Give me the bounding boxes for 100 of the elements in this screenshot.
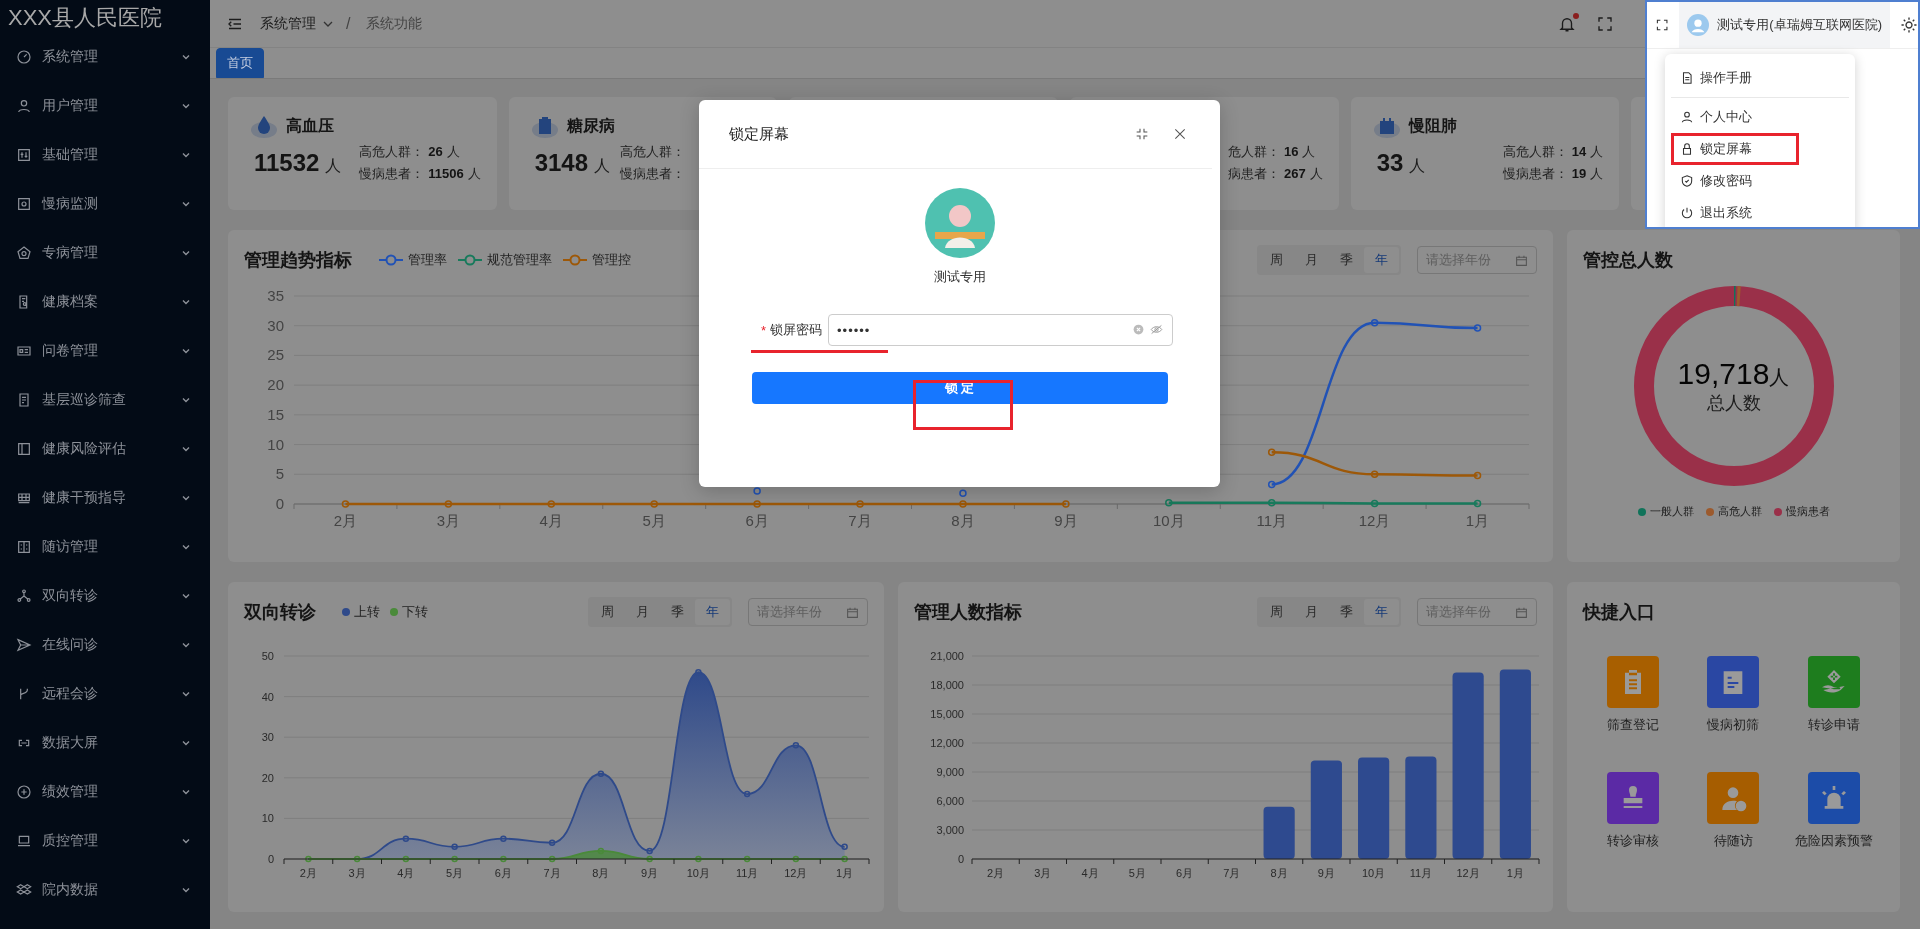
- unit-label: 人: [1590, 166, 1604, 181]
- axis-tick-label: 5月: [642, 512, 666, 529]
- axis-tick-label: 10月: [1152, 512, 1185, 529]
- axis-tick-label: 5: [275, 465, 284, 483]
- axis-tick-label: 7月: [543, 867, 561, 879]
- axis-tick-label: 5月: [446, 867, 464, 879]
- metric-label: 慢病患者：: [359, 165, 425, 183]
- metric-label: 高危人群：: [359, 143, 425, 161]
- legend-label: 下转: [402, 603, 428, 621]
- axis-tick-label: 8月: [951, 512, 975, 529]
- panel-title: 管理人数指标: [913, 601, 1022, 624]
- axis-tick-label: 9月: [1317, 867, 1335, 879]
- unit-label: 人: [467, 166, 481, 181]
- axis-tick-label: 0: [957, 853, 964, 865]
- legend-label: 慢病患者: [1785, 504, 1830, 519]
- metric-value: 11506: [428, 166, 464, 181]
- axis-tick-label: 3月: [436, 512, 461, 529]
- total-count: 3148: [534, 149, 589, 177]
- axis-tick-label: 35: [267, 287, 284, 304]
- axis-tick-label: 8月: [592, 867, 610, 879]
- hospital-title: XXX县人民医院: [7, 4, 164, 32]
- axis-tick-label: 21,000: [929, 650, 964, 662]
- axis-tick-label: 4月: [539, 512, 563, 529]
- metric-label: 高危人群：: [620, 143, 686, 161]
- axis-tick-label: 20: [261, 771, 274, 784]
- metric-value: 19: [1571, 166, 1587, 181]
- legend-label: 规范管理率: [487, 251, 552, 269]
- axis-tick-label: 1月: [836, 867, 854, 879]
- metric-value: 26: [428, 144, 443, 159]
- panel-title: 双向转诊: [244, 601, 316, 624]
- total-caption: 总人数: [1706, 392, 1761, 415]
- axis-tick-label: 50: [261, 650, 274, 662]
- axis-tick-label: 30: [267, 316, 284, 334]
- unit-label: 人: [446, 144, 460, 159]
- axis-tick-label: 10月: [686, 867, 710, 879]
- axis-tick-label: 0: [275, 495, 284, 512]
- axis-tick-label: 7月: [848, 512, 872, 529]
- unit-label: 人: [1590, 144, 1604, 159]
- axis-tick-label: 12月: [1456, 867, 1480, 879]
- user-name: 测试专用: [933, 268, 986, 286]
- axis-tick-label: 40: [261, 690, 274, 703]
- metric-label: 危人群：: [1227, 143, 1280, 161]
- legend-label: 管理率: [408, 251, 447, 269]
- axis-tick-label: 20: [267, 376, 284, 394]
- total-count: 19,718: [1677, 357, 1770, 390]
- unit-label: 人: [1409, 156, 1426, 176]
- axis-tick-label: 6,000: [935, 795, 964, 807]
- axis-tick-label: 10: [261, 812, 274, 825]
- axis-tick-label: 25: [267, 346, 284, 364]
- required-mark: *: [761, 322, 767, 338]
- axis-tick-label: 0: [267, 853, 274, 865]
- unit-label: 人: [1769, 366, 1790, 388]
- metric-label: 慢病患者：: [620, 165, 686, 183]
- panel-title: 快捷入口: [1583, 601, 1655, 624]
- dialog-title: 锁定屏幕: [729, 124, 790, 144]
- axis-tick-label: 10月: [1361, 867, 1385, 879]
- axis-tick-label: 2月: [986, 867, 1004, 879]
- axis-tick-label: 6月: [745, 512, 769, 529]
- unit-label: 人: [1302, 144, 1316, 159]
- axis-tick-label: 4月: [397, 867, 415, 879]
- legend-label: 一般人群: [1649, 504, 1694, 519]
- metric-label: 病患者：: [1227, 165, 1280, 183]
- axis-tick-label: 30: [261, 731, 274, 744]
- legend-label: 高危人群: [1717, 504, 1762, 519]
- breadcrumb-separator: /: [346, 14, 351, 33]
- axis-tick-label: 1月: [1506, 867, 1524, 879]
- axis-tick-label: 7月: [1222, 867, 1240, 879]
- axis-tick-label: 9,000: [935, 766, 964, 778]
- axis-tick-label: 5月: [1128, 867, 1146, 879]
- axis-tick-label: 11月: [735, 867, 759, 879]
- axis-tick-label: 12,000: [929, 737, 964, 749]
- axis-tick-label: 12月: [784, 867, 808, 879]
- metric-value: 267: [1283, 166, 1306, 181]
- metric-label: 高危人群：: [1502, 143, 1568, 161]
- metric-value: 16: [1283, 144, 1299, 159]
- axis-tick-label: 11月: [1256, 512, 1287, 529]
- axis-tick-label: 11月: [1409, 867, 1432, 879]
- axis-tick-label: 2月: [333, 512, 358, 529]
- axis-tick-label: 2月: [299, 867, 317, 879]
- legend-label: 上转: [354, 603, 380, 621]
- axis-tick-label: 9月: [641, 867, 659, 879]
- axis-tick-label: 15: [267, 405, 284, 423]
- axis-tick-label: 15,000: [929, 708, 964, 720]
- axis-tick-label: 3,000: [935, 824, 964, 836]
- metric-value: 14: [1571, 144, 1587, 159]
- total-count: 33: [1376, 149, 1404, 177]
- total-count: 11532: [254, 149, 320, 177]
- metric-label: 慢病患者：: [1502, 165, 1568, 183]
- unit-label: 人: [594, 156, 611, 176]
- axis-tick-label: 9月: [1054, 512, 1078, 529]
- axis-tick-label: 3月: [1033, 867, 1051, 879]
- field-label: 锁屏密码: [770, 321, 823, 339]
- panel-title: 管控总人数: [1583, 249, 1673, 272]
- unit-label: 人: [325, 156, 342, 176]
- axis-tick-label: 4月: [1081, 867, 1099, 879]
- unit-label: 人: [1309, 166, 1323, 181]
- card-title: 高血压: [286, 115, 334, 136]
- axis-tick-label: 1月: [1465, 512, 1490, 529]
- panel-title: 管理趋势指标: [244, 249, 352, 272]
- legend-label: 管理控: [592, 251, 631, 269]
